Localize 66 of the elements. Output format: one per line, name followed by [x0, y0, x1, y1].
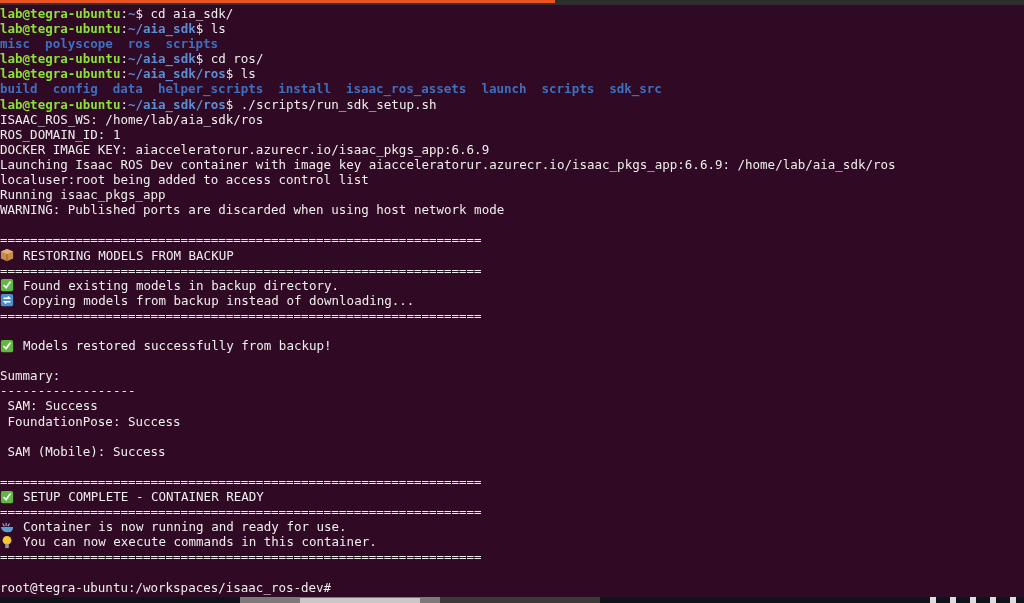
output-line: ================================================================: [0, 504, 482, 520]
output-line: root@tegra-ubuntu:/workspaces/isaac_ros-dev#: [0, 579, 332, 595]
active-tab-indicator[interactable]: [0, 0, 555, 3]
output-line: Container is now running and ready for use.: [23, 519, 347, 535]
prompt-user: lab@tegra-ubuntu: [0, 51, 121, 67]
output-line: ================================================================: [0, 232, 482, 248]
prompt-path: ~: [127, 6, 136, 22]
output-line: ISAAC_ROS_WS: /home/lab/aia_sdk/ros: [0, 111, 264, 127]
output-line: Copying models from backup instead of downloading...: [23, 292, 415, 308]
output-line: Found existing models in backup directory.: [23, 277, 340, 293]
output-line: WARNING: Published ports are discarded when using host network mode: [0, 202, 505, 218]
output-line: SAM (Mobile): Success: [6, 443, 166, 459]
directory-name: config: [52, 81, 98, 97]
output-line: DOCKER IMAGE KEY: aiacceleratorur.azurecr.io/isaac_pkgs_app:6.6.9: [0, 141, 490, 157]
command-text: $ ls: [195, 21, 226, 37]
output-line: ------------------: [0, 383, 136, 399]
prompt-path: ~/aia_sdk/ros: [127, 96, 226, 112]
directory-name: install: [278, 81, 331, 97]
command-text: $ cd ros/: [195, 51, 264, 67]
prompt-user: lab@tegra-ubuntu: [0, 6, 121, 22]
directory-name: helper_scripts: [157, 81, 264, 97]
output-line: Running isaac_pkgs_app: [0, 187, 166, 203]
prompt-separator: :: [120, 6, 128, 22]
output-line: Launching Isaac ROS Dev container with image key aiacceleratorur.azurecr.io/isaac_pkgs_app:6.6.9: /home/lab/aia_sdk/ros: [0, 156, 896, 173]
prompt-user: lab@tegra-ubuntu: [0, 96, 121, 112]
check-icon: [0, 338, 14, 353]
directory-name: data: [112, 81, 143, 97]
output-line: ================================================================: [0, 473, 482, 489]
directory-name: scripts: [165, 36, 219, 52]
command-text: $ ls: [225, 66, 256, 82]
directory-name: launch: [481, 81, 527, 97]
lightbulb-icon: [0, 534, 14, 549]
prompt-user: lab@tegra-ubuntu: [0, 21, 121, 37]
prompt-separator: :: [120, 66, 128, 82]
prompt-path: ~/aia_sdk: [127, 21, 196, 37]
command-text: $ cd aia_sdk/: [135, 6, 234, 22]
output-line: SAM: Success: [6, 398, 98, 414]
directory-name: sdk_src: [609, 81, 662, 97]
output-line: SETUP COMPLETE - CONTAINER READY: [23, 489, 264, 505]
output-line: ================================================================: [0, 262, 482, 278]
output-line: RESTORING MODELS FROM BACKUP: [23, 247, 234, 263]
output-line: Summary:: [0, 368, 61, 384]
output-line: ROS_DOMAIN_ID: 1: [0, 126, 121, 142]
directory-name: misc: [0, 36, 31, 52]
output-line: ================================================================: [0, 549, 482, 565]
prompt-separator: :: [120, 21, 128, 37]
prompt-path: ~/aia_sdk/ros: [127, 66, 226, 82]
check-icon: [0, 489, 14, 504]
directory-name: build: [0, 81, 38, 97]
directory-name: scripts: [541, 81, 595, 97]
output-line: ================================================================: [0, 307, 482, 323]
directory-name: isaac_ros_assets: [345, 81, 467, 97]
directory-name: polyscope: [45, 36, 113, 52]
prompt-separator: :: [120, 51, 128, 67]
output-line: Models restored successfully from backup!: [23, 338, 332, 354]
output-line: localuser:root being added to access control list: [0, 172, 369, 188]
package-icon: [0, 248, 14, 263]
command-text: $ ./scripts/run_sdk_setup.sh: [225, 96, 437, 112]
output-line: FoundationPose: Success: [6, 413, 181, 429]
output-line: You can now execute commands in this container.: [23, 534, 377, 550]
refresh-icon: [0, 293, 14, 308]
directory-name: ros: [127, 36, 151, 52]
prompt-user: lab@tegra-ubuntu: [0, 66, 121, 82]
prompt-path: ~/aia_sdk: [127, 51, 196, 67]
prompt-separator: :: [120, 96, 128, 112]
check-icon: [0, 278, 14, 293]
